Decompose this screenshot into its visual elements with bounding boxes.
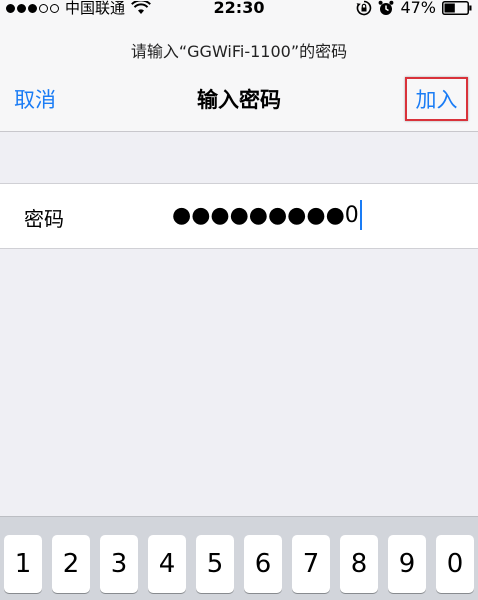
key-9[interactable]: 9 <box>388 535 426 593</box>
key-6[interactable]: 6 <box>244 535 282 593</box>
status-bar: 中国联通 22:30 47% <box>0 0 478 20</box>
rotation-lock-icon <box>357 0 372 16</box>
key-1[interactable]: 1 <box>4 535 42 593</box>
password-value: ●●●●●●●●●0 <box>172 202 359 228</box>
join-button[interactable]: 加入 <box>405 77 468 121</box>
key-2[interactable]: 2 <box>52 535 90 593</box>
alarm-clock-icon <box>379 0 394 15</box>
text-cursor <box>359 200 362 230</box>
key-5[interactable]: 5 <box>196 535 234 593</box>
battery-percentage: 47% <box>400 0 436 17</box>
status-right: 47% <box>356 0 472 18</box>
key-7[interactable]: 7 <box>292 535 330 593</box>
key-3[interactable]: 3 <box>100 535 138 593</box>
key-0[interactable]: 0 <box>436 535 474 593</box>
battery-icon <box>442 1 472 15</box>
password-field-row[interactable]: 密码 ●●●●●●●●●0 <box>0 183 478 249</box>
join-button-label: 加入 <box>415 88 458 112</box>
password-label: 密码 <box>24 207 64 231</box>
key-4[interactable]: 4 <box>148 535 186 593</box>
network-password-prompt: 请输入“GGWiFi-1100”的密码 <box>130 42 348 61</box>
numeric-keyboard: 1 2 3 4 5 6 7 8 9 0 <box>0 516 478 600</box>
password-input[interactable]: ●●●●●●●●●0 <box>172 198 362 232</box>
key-8[interactable]: 8 <box>340 535 378 593</box>
